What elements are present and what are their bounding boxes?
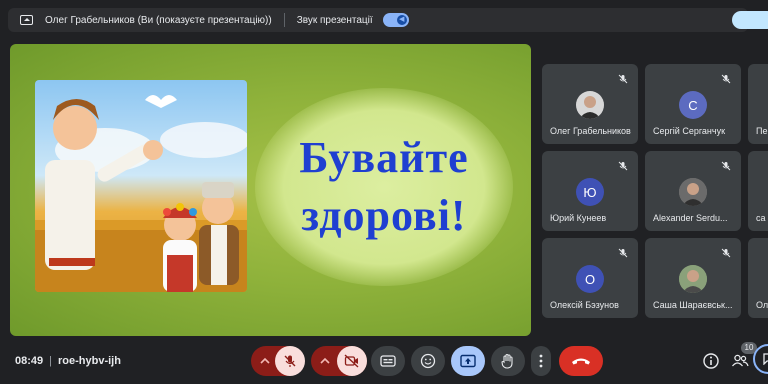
participant-name: Олексій Бэзунов	[550, 300, 619, 310]
raise-hand-icon	[501, 353, 513, 369]
more-options-button[interactable]	[531, 346, 551, 376]
emoji-button[interactable]	[411, 346, 445, 376]
presentation-sound-label: Звук презентації	[296, 14, 373, 26]
raise-hand-button[interactable]	[491, 346, 525, 376]
presentation-slide: Бувайте здорові!	[10, 44, 531, 336]
sound-on-icon: ◀	[396, 15, 407, 25]
emoji-icon	[420, 353, 436, 369]
people-icon[interactable]	[731, 352, 749, 370]
present-screen-icon	[20, 15, 33, 25]
participant-tile[interactable]: С Сергій Серганчук	[645, 64, 741, 144]
chevron-up-icon[interactable]	[259, 354, 271, 366]
end-call-button[interactable]	[559, 346, 603, 376]
chevron-up-icon[interactable]	[319, 354, 331, 366]
mic-off-icon	[618, 248, 628, 258]
participant-name: Alexander Serdu...	[653, 213, 728, 223]
slide-text-line-1: Бувайте	[299, 133, 469, 182]
participant-name: Ол	[756, 300, 768, 310]
present-button[interactable]	[451, 346, 485, 376]
participant-name: Сергій Серганчук	[653, 126, 726, 136]
stop-presenting-button[interactable]	[732, 11, 768, 29]
mic-off-icon	[284, 355, 296, 367]
participant-name: Саша Шараєвськ...	[653, 300, 733, 310]
control-bar: 08:49 | roe-hybv-ijh 10	[0, 340, 768, 384]
camera-button[interactable]	[337, 346, 367, 376]
slide-text-line-2: здорові!	[301, 191, 467, 240]
presenter-text: Олег Грабельников (Ви (показуєте презент…	[45, 14, 272, 26]
avatar	[679, 178, 707, 206]
end-call-icon	[572, 358, 590, 365]
captions-button[interactable]	[371, 346, 405, 376]
divider: |	[49, 355, 52, 367]
more-vert-icon	[539, 354, 543, 368]
participant-tile[interactable]: Олег Грабельников	[542, 64, 638, 144]
mic-off-icon	[618, 74, 628, 84]
participant-tile[interactable]: Ол	[748, 238, 768, 318]
mic-off-icon	[618, 161, 628, 171]
avatar	[679, 265, 707, 293]
participant-tile[interactable]: Саша Шараєвськ...	[645, 238, 741, 318]
avatar: О	[576, 265, 604, 293]
farewell-bubble: Бувайте здорові!	[255, 88, 513, 286]
mic-button[interactable]	[275, 346, 305, 376]
mic-off-icon	[721, 161, 731, 171]
participant-name: Юрий Кунеев	[550, 213, 607, 223]
slide-illustration	[35, 80, 247, 292]
presentation-sound-toggle[interactable]: ◀	[382, 13, 409, 27]
participant-tile[interactable]: О Олексій Бэзунов	[542, 238, 638, 318]
camera-control-group	[311, 346, 367, 376]
participant-tile[interactable]: Alexander Serdu...	[645, 151, 741, 231]
participant-name: са	[756, 213, 766, 223]
mic-off-icon	[721, 74, 731, 84]
chat-icon	[763, 353, 768, 365]
camera-off-icon	[344, 354, 359, 368]
present-screen-icon	[460, 354, 476, 368]
presenting-bar: Олег Грабельников (Ви (показуєте презент…	[8, 8, 768, 32]
participant-name: Олег Грабельников	[550, 126, 631, 136]
mic-off-icon	[721, 248, 731, 258]
participant-tile[interactable]: Ю Юрий Кунеев	[542, 151, 638, 231]
clock: 08:49	[15, 355, 44, 367]
avatar	[576, 91, 604, 119]
participant-name: Пе	[756, 126, 768, 136]
captions-icon	[380, 355, 396, 367]
mic-control-group	[251, 346, 305, 376]
info-icon[interactable]	[702, 352, 720, 370]
participant-tile[interactable]: Пе	[748, 64, 768, 144]
avatar: С	[679, 91, 707, 119]
meeting-code: roe-hybv-ijh	[58, 355, 121, 367]
avatar: Ю	[576, 178, 604, 206]
divider	[283, 13, 285, 27]
participant-tile[interactable]: са	[748, 151, 768, 231]
